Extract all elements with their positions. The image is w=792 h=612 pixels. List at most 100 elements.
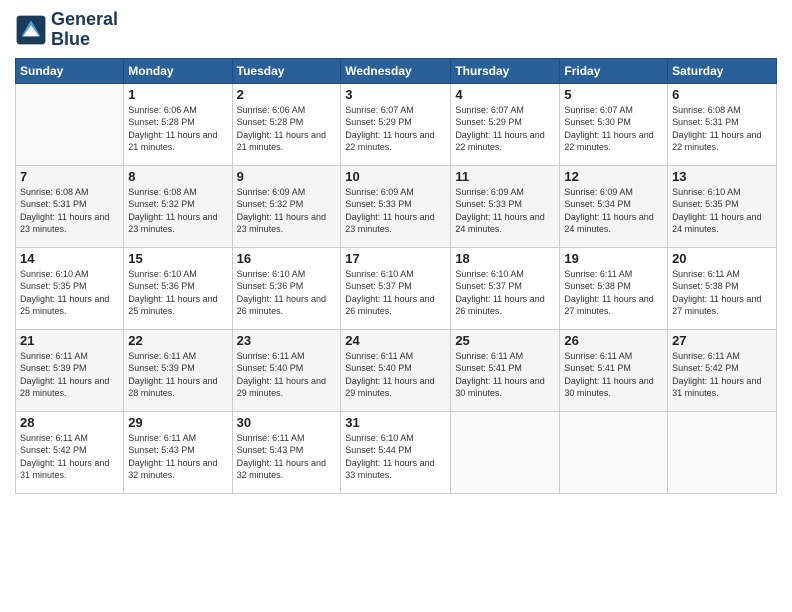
calendar-cell: 24Sunrise: 6:11 AMSunset: 5:40 PMDayligh… — [341, 329, 451, 411]
day-info: Sunrise: 6:11 AMSunset: 5:42 PMDaylight:… — [672, 350, 772, 400]
calendar-cell: 27 Sunrise: 6:11 AMSunset: 5:42 PMDayligh… — [668, 329, 777, 411]
day-number: 20 — [672, 251, 772, 266]
header: General Blue — [15, 10, 777, 50]
calendar-cell: 1Sunrise: 6:06 AMSunset: 5:28 PMDaylight… — [124, 83, 232, 165]
calendar-cell: 31Sunrise: 6:10 AMSunset: 5:44 PMDayligh… — [341, 411, 451, 493]
day-info: Sunrise: 6:11 AMSunset: 5:43 PMDaylight:… — [237, 432, 337, 482]
calendar-cell: 10Sunrise: 6:09 AMSunset: 5:33 PMDayligh… — [341, 165, 451, 247]
calendar-cell: 16 Sunrise: 6:10 AMSunset: 5:36 PMDayligh… — [232, 247, 341, 329]
day-info: Sunrise: 6:09 AMSunset: 5:34 PMDaylight:… — [564, 186, 663, 236]
day-number: 30 — [237, 415, 337, 430]
day-info: Sunrise: 6:11 AMSunset: 5:41 PMDaylight:… — [564, 350, 663, 400]
weekday-header: Monday — [124, 58, 232, 83]
calendar-cell: 22 Sunrise: 6:11 AMSunset: 5:39 PMDayligh… — [124, 329, 232, 411]
weekday-header: Wednesday — [341, 58, 451, 83]
calendar-cell: 11Sunrise: 6:09 AMSunset: 5:33 PMDayligh… — [451, 165, 560, 247]
calendar-cell — [668, 411, 777, 493]
calendar-cell — [16, 83, 124, 165]
day-number: 23 — [237, 333, 337, 348]
weekday-header: Sunday — [16, 58, 124, 83]
day-number: 17 — [345, 251, 446, 266]
logo: General Blue — [15, 10, 118, 50]
day-number: 28 — [20, 415, 119, 430]
calendar-cell: 20 Sunrise: 6:11 AMSunset: 5:38 PMDayligh… — [668, 247, 777, 329]
day-number: 19 — [564, 251, 663, 266]
day-number: 25 — [455, 333, 555, 348]
calendar-cell: 9Sunrise: 6:09 AMSunset: 5:32 PMDaylight… — [232, 165, 341, 247]
calendar-cell: 17Sunrise: 6:10 AMSunset: 5:37 PMDayligh… — [341, 247, 451, 329]
calendar-cell: 30 Sunrise: 6:11 AMSunset: 5:43 PMDayligh… — [232, 411, 341, 493]
calendar-cell: 14Sunrise: 6:10 AMSunset: 5:35 PMDayligh… — [16, 247, 124, 329]
logo-icon — [15, 14, 47, 46]
day-info: Sunrise: 6:10 AMSunset: 5:35 PMDaylight:… — [672, 186, 772, 236]
calendar-cell: 25 Sunrise: 6:11 AMSunset: 5:41 PMDayligh… — [451, 329, 560, 411]
day-info: Sunrise: 6:07 AMSunset: 5:29 PMDaylight:… — [345, 104, 446, 154]
calendar-cell: 4Sunrise: 6:07 AMSunset: 5:29 PMDaylight… — [451, 83, 560, 165]
calendar-cell: 28 Sunrise: 6:11 AMSunset: 5:42 PMDayligh… — [16, 411, 124, 493]
day-number: 16 — [237, 251, 337, 266]
calendar-week-row: 28 Sunrise: 6:11 AMSunset: 5:42 PMDayligh… — [16, 411, 777, 493]
day-info: Sunrise: 6:11 AMSunset: 5:41 PMDaylight:… — [455, 350, 555, 400]
day-info: Sunrise: 6:06 AMSunset: 5:28 PMDaylight:… — [237, 104, 337, 154]
day-number: 8 — [128, 169, 227, 184]
day-info: Sunrise: 6:08 AMSunset: 5:32 PMDaylight:… — [128, 186, 227, 236]
day-number: 26 — [564, 333, 663, 348]
weekday-header: Saturday — [668, 58, 777, 83]
calendar-week-row: 14Sunrise: 6:10 AMSunset: 5:35 PMDayligh… — [16, 247, 777, 329]
calendar-cell — [451, 411, 560, 493]
calendar-cell: 8 Sunrise: 6:08 AMSunset: 5:32 PMDaylight… — [124, 165, 232, 247]
weekday-header: Tuesday — [232, 58, 341, 83]
day-number: 22 — [128, 333, 227, 348]
logo-text: General Blue — [51, 10, 118, 50]
day-number: 2 — [237, 87, 337, 102]
day-number: 13 — [672, 169, 772, 184]
day-info: Sunrise: 6:11 AMSunset: 5:39 PMDaylight:… — [128, 350, 227, 400]
day-info: Sunrise: 6:09 AMSunset: 5:32 PMDaylight:… — [237, 186, 337, 236]
day-number: 29 — [128, 415, 227, 430]
day-number: 12 — [564, 169, 663, 184]
day-number: 5 — [564, 87, 663, 102]
day-info: Sunrise: 6:11 AMSunset: 5:38 PMDaylight:… — [564, 268, 663, 318]
calendar-cell: 12 Sunrise: 6:09 AMSunset: 5:34 PMDayligh… — [560, 165, 668, 247]
day-info: Sunrise: 6:11 AMSunset: 5:43 PMDaylight:… — [128, 432, 227, 482]
calendar-cell: 18 Sunrise: 6:10 AMSunset: 5:37 PMDayligh… — [451, 247, 560, 329]
calendar-cell: 5 Sunrise: 6:07 AMSunset: 5:30 PMDaylight… — [560, 83, 668, 165]
day-number: 4 — [455, 87, 555, 102]
day-number: 31 — [345, 415, 446, 430]
calendar-cell: 7Sunrise: 6:08 AMSunset: 5:31 PMDaylight… — [16, 165, 124, 247]
day-info: Sunrise: 6:10 AMSunset: 5:36 PMDaylight:… — [237, 268, 337, 318]
day-number: 1 — [128, 87, 227, 102]
calendar-cell: 23 Sunrise: 6:11 AMSunset: 5:40 PMDayligh… — [232, 329, 341, 411]
calendar-table: SundayMondayTuesdayWednesdayThursdayFrid… — [15, 58, 777, 494]
calendar-cell: 2 Sunrise: 6:06 AMSunset: 5:28 PMDaylight… — [232, 83, 341, 165]
day-number: 21 — [20, 333, 119, 348]
calendar-cell: 6 Sunrise: 6:08 AMSunset: 5:31 PMDaylight… — [668, 83, 777, 165]
day-info: Sunrise: 6:07 AMSunset: 5:30 PMDaylight:… — [564, 104, 663, 154]
day-info: Sunrise: 6:11 AMSunset: 5:40 PMDaylight:… — [237, 350, 337, 400]
day-info: Sunrise: 6:11 AMSunset: 5:38 PMDaylight:… — [672, 268, 772, 318]
calendar-week-row: 7Sunrise: 6:08 AMSunset: 5:31 PMDaylight… — [16, 165, 777, 247]
calendar-cell: 29 Sunrise: 6:11 AMSunset: 5:43 PMDayligh… — [124, 411, 232, 493]
page: General Blue SundayMondayTuesdayWednesda… — [0, 0, 792, 612]
day-info: Sunrise: 6:08 AMSunset: 5:31 PMDaylight:… — [672, 104, 772, 154]
weekday-header: Thursday — [451, 58, 560, 83]
day-number: 3 — [345, 87, 446, 102]
day-info: Sunrise: 6:11 AMSunset: 5:42 PMDaylight:… — [20, 432, 119, 482]
day-number: 15 — [128, 251, 227, 266]
calendar-cell: 19 Sunrise: 6:11 AMSunset: 5:38 PMDayligh… — [560, 247, 668, 329]
calendar-cell: 3 Sunrise: 6:07 AMSunset: 5:29 PMDaylight… — [341, 83, 451, 165]
day-info: Sunrise: 6:11 AMSunset: 5:39 PMDaylight:… — [20, 350, 119, 400]
day-number: 14 — [20, 251, 119, 266]
day-info: Sunrise: 6:10 AMSunset: 5:36 PMDaylight:… — [128, 268, 227, 318]
header-row: SundayMondayTuesdayWednesdayThursdayFrid… — [16, 58, 777, 83]
day-number: 10 — [345, 169, 446, 184]
day-number: 18 — [455, 251, 555, 266]
weekday-header: Friday — [560, 58, 668, 83]
calendar-cell: 26 Sunrise: 6:11 AMSunset: 5:41 PMDayligh… — [560, 329, 668, 411]
day-number: 7 — [20, 169, 119, 184]
day-info: Sunrise: 6:10 AMSunset: 5:37 PMDaylight:… — [455, 268, 555, 318]
day-number: 6 — [672, 87, 772, 102]
day-number: 27 — [672, 333, 772, 348]
calendar-week-row: 21 Sunrise: 6:11 AMSunset: 5:39 PMDayligh… — [16, 329, 777, 411]
calendar-cell: 21 Sunrise: 6:11 AMSunset: 5:39 PMDayligh… — [16, 329, 124, 411]
